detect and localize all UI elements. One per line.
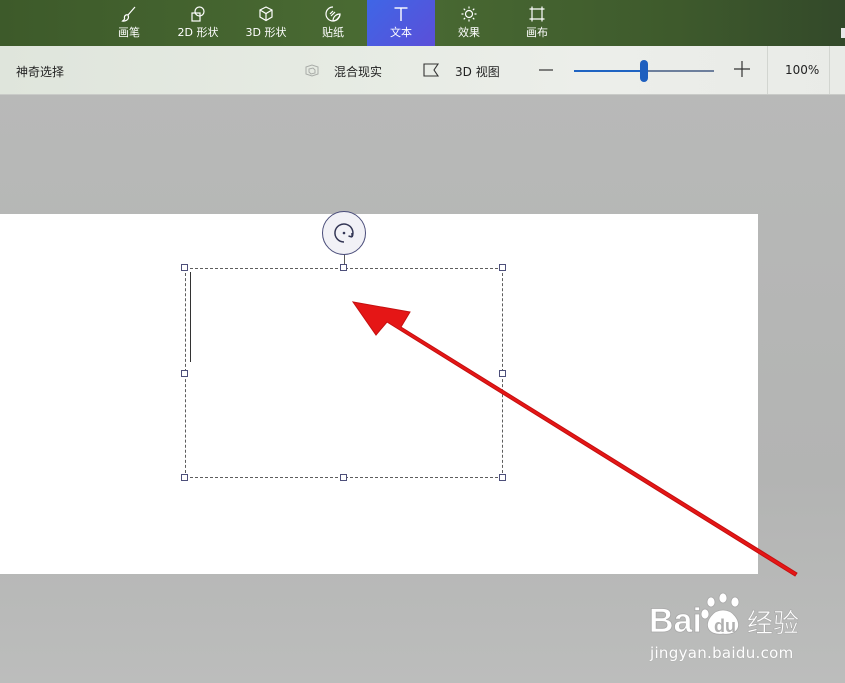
tab-label: 3D 形状 xyxy=(245,26,287,39)
tab-label: 效果 xyxy=(458,26,480,39)
zoom-slider[interactable] xyxy=(574,60,714,82)
top-ribbon: 画笔 2D 形状 3D 形状 贴纸 文本 效果 画布 xyxy=(0,0,845,46)
mixed-reality-button[interactable]: 混合现实 xyxy=(334,63,382,80)
resize-handle-top-left[interactable] xyxy=(181,264,188,271)
zoom-out-button[interactable] xyxy=(538,58,554,78)
tab-label: 画笔 xyxy=(118,26,140,39)
tab-label: 画布 xyxy=(526,26,548,39)
2d-shapes-icon xyxy=(189,5,207,23)
text-box-selection[interactable] xyxy=(185,268,503,478)
zoom-slider-thumb[interactable] xyxy=(640,60,648,82)
sticker-icon xyxy=(324,5,342,23)
rotate-handle[interactable] xyxy=(322,211,366,255)
baidu-jingyan-watermark: Bai du 经验 jingyan.baidu.com xyxy=(647,592,837,667)
svg-text:经验: 经验 xyxy=(747,609,799,638)
3d-cube-icon xyxy=(257,5,275,23)
zoom-in-button[interactable] xyxy=(733,60,751,78)
sun-effects-icon xyxy=(460,5,478,23)
tab-brushes[interactable]: 画笔 xyxy=(106,0,152,46)
divider xyxy=(829,46,830,94)
mixed-reality-icon xyxy=(304,62,320,78)
resize-handle-bottom-right[interactable] xyxy=(499,474,506,481)
resize-handle-top[interactable] xyxy=(340,264,347,271)
tab-stickers[interactable]: 贴纸 xyxy=(308,0,358,46)
tab-3d-shapes[interactable]: 3D 形状 xyxy=(238,0,294,46)
paint-3d-window: 画笔 2D 形状 3D 形状 贴纸 文本 效果 画布 神奇选择 混合现实 3D … xyxy=(0,0,845,683)
zoom-slider-fill xyxy=(574,70,644,72)
resize-handle-right[interactable] xyxy=(499,370,506,377)
svg-text:Bai: Bai xyxy=(649,602,702,638)
tool-options-bar: 神奇选择 混合现实 3D 视图 100% xyxy=(0,46,845,95)
resize-handle-top-right[interactable] xyxy=(499,264,506,271)
zoom-percentage[interactable]: 100% xyxy=(785,63,819,77)
text-cursor xyxy=(190,272,191,362)
svg-text:du: du xyxy=(714,616,736,636)
tab-effects[interactable]: 效果 xyxy=(444,0,494,46)
tab-text[interactable]: 文本 xyxy=(367,0,435,46)
tab-2d-shapes[interactable]: 2D 形状 xyxy=(170,0,226,46)
tab-label: 贴纸 xyxy=(322,26,344,39)
text-t-icon xyxy=(392,5,410,23)
view-3d-icon xyxy=(422,61,440,79)
brush-icon xyxy=(120,5,138,23)
tab-label: 文本 xyxy=(390,26,412,39)
magic-select-button[interactable]: 神奇选择 xyxy=(16,63,64,80)
resize-handle-bottom-left[interactable] xyxy=(181,474,188,481)
tab-label: 2D 形状 xyxy=(177,26,219,39)
resize-handle-left[interactable] xyxy=(181,370,188,377)
ribbon-overflow-marker xyxy=(841,28,845,38)
tab-canvas[interactable]: 画布 xyxy=(512,0,562,46)
rotate-icon xyxy=(334,223,354,243)
canvas-crop-icon xyxy=(528,5,546,23)
baidu-logo: Bai du 经验 xyxy=(649,592,799,638)
resize-handle-bottom[interactable] xyxy=(340,474,347,481)
view-3d-button[interactable]: 3D 视图 xyxy=(455,63,500,80)
watermark-url: jingyan.baidu.com xyxy=(650,644,794,662)
divider xyxy=(767,46,768,94)
